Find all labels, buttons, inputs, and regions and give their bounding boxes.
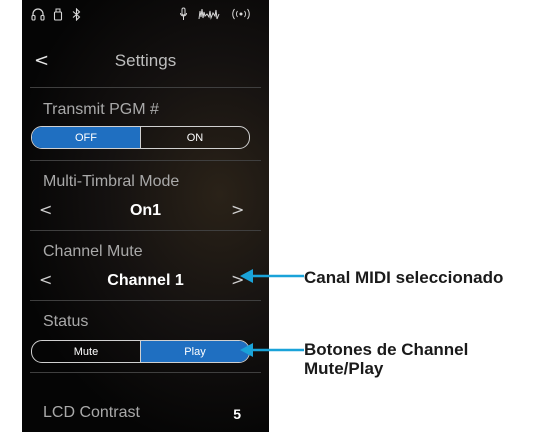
pointer-arrow-icon bbox=[240, 343, 304, 357]
divider bbox=[30, 230, 261, 231]
usb-icon bbox=[52, 7, 64, 21]
transmit-pgm-off-button[interactable]: OFF bbox=[32, 127, 140, 148]
wireless-icon bbox=[230, 7, 252, 21]
pointer-arrow-icon bbox=[240, 269, 304, 283]
mute-button[interactable]: Mute bbox=[32, 341, 140, 362]
divider bbox=[30, 372, 261, 373]
status-toggle: Mute Play bbox=[31, 340, 250, 363]
transmit-pgm-toggle: OFF ON bbox=[31, 126, 250, 149]
headphones-icon bbox=[30, 7, 46, 21]
lcd-contrast-label: LCD Contrast bbox=[43, 404, 140, 421]
play-button[interactable]: Play bbox=[140, 341, 249, 362]
mute-play-annotation-line2: Mute/Play bbox=[304, 359, 384, 378]
divider bbox=[30, 160, 261, 161]
bluetooth-icon bbox=[70, 7, 82, 21]
status-label: Status bbox=[43, 313, 89, 330]
transmit-pgm-label: Transmit PGM # bbox=[43, 101, 159, 118]
status-bar bbox=[22, 0, 269, 30]
channel-mute-label: Channel Mute bbox=[43, 243, 143, 260]
midi-channel-annotation: Canal MIDI seleccionado bbox=[304, 268, 504, 287]
microphone-icon bbox=[177, 7, 189, 21]
transmit-pgm-on-button[interactable]: ON bbox=[140, 127, 249, 148]
mute-play-annotation-line1: Botones de Channel bbox=[304, 340, 469, 359]
instrument-screen: < Settings Transmit PGM # OFF ON Multi-T… bbox=[22, 0, 269, 432]
multi-timbral-selector: < On1 > bbox=[22, 198, 269, 224]
divider bbox=[30, 87, 261, 88]
divider bbox=[30, 300, 261, 301]
multi-timbral-next-button[interactable]: > bbox=[231, 200, 244, 219]
mute-play-annotation: Botones de Channel Mute/Play bbox=[304, 340, 468, 378]
nav-bar: < Settings bbox=[22, 40, 269, 82]
multi-timbral-label: Multi-Timbral Mode bbox=[43, 173, 180, 190]
lcd-contrast-value: 5 bbox=[233, 406, 241, 422]
page-title: Settings bbox=[114, 51, 177, 70]
audio-meter-icon bbox=[198, 7, 220, 21]
channel-selector: < Channel 1 > bbox=[22, 268, 269, 294]
